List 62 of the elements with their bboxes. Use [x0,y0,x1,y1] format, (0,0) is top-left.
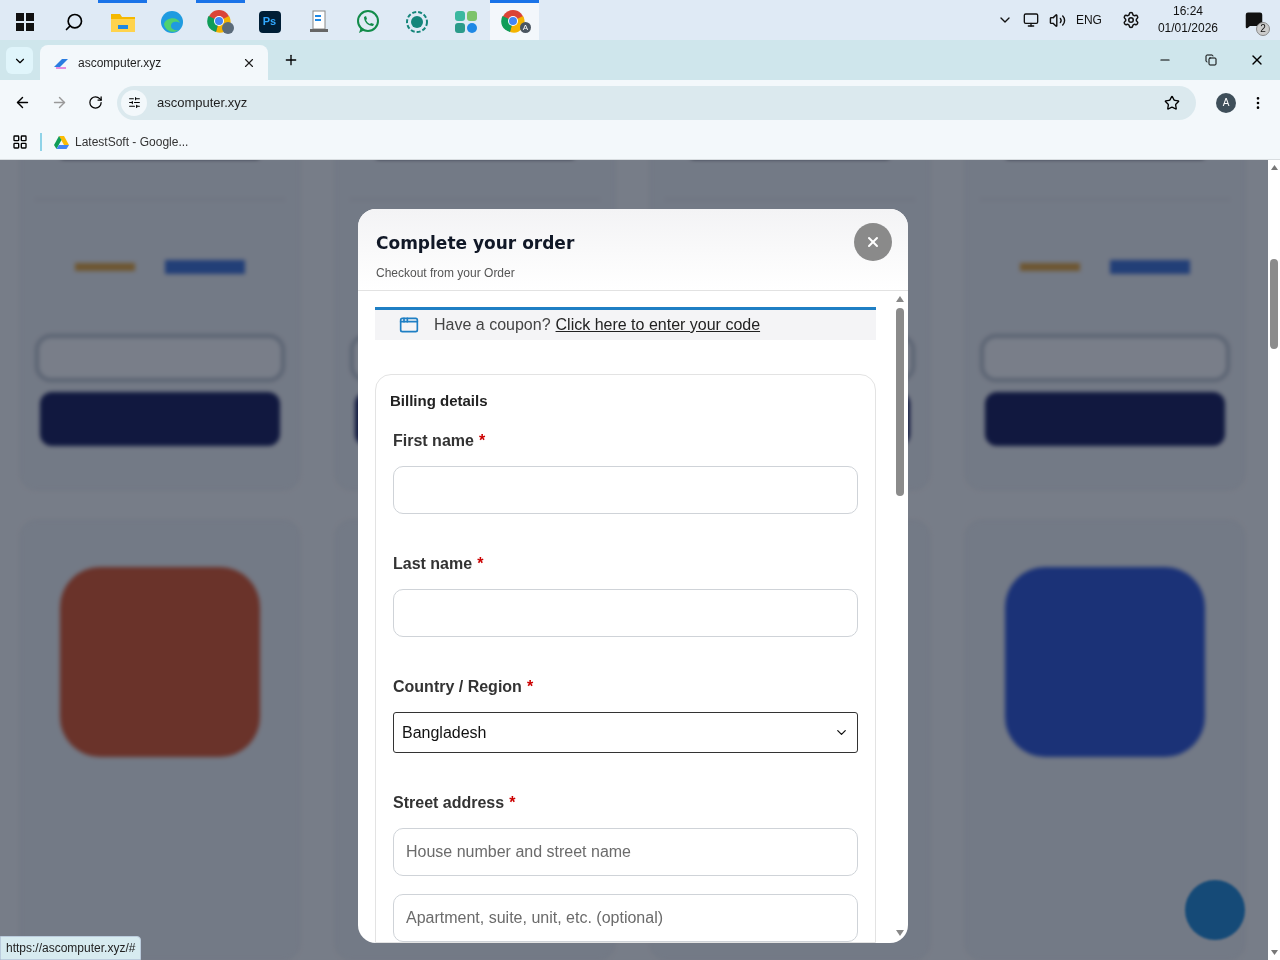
coupon-text: Have a coupon? [434,314,551,335]
bookmark-item[interactable]: LatestSoft - Google... [54,133,189,151]
taskbar-app-button[interactable]: A [490,0,539,40]
photo-editor-icon: Ps [258,10,281,33]
required-mark: * [478,431,486,451]
country-select[interactable]: Bangladesh [393,712,858,753]
profile-avatar[interactable]: A [1216,92,1236,113]
required-mark: * [509,793,516,813]
browser-tab[interactable]: ascomputer.xyz [40,45,268,80]
clock-date: 01/01/2026 [1157,20,1218,37]
scroll-down-icon[interactable] [895,929,905,937]
scroll-up-icon[interactable] [895,295,905,303]
close-icon [865,234,881,250]
status-url: https://ascomputer.xyz/# [0,936,142,960]
back-icon[interactable] [14,94,31,111]
drive-logo-icon [54,135,69,149]
required-mark: * [477,554,484,574]
reload-icon[interactable] [88,95,103,110]
volume-icon[interactable] [1048,11,1066,29]
scroll-down-icon[interactable] [1269,949,1279,956]
site-logo-icon [52,56,70,69]
taskbar-app-button[interactable]: Ps [245,0,294,40]
scrollbar-thumb[interactable] [896,308,904,496]
field-label: First name [393,431,474,451]
search-icon [63,11,84,32]
required-mark: * [526,677,534,697]
chat-phone-icon [355,9,380,34]
swirl-logo-icon [159,9,184,34]
bookmark-star-icon[interactable] [1164,94,1180,111]
billing-title: Billing details [390,390,489,411]
text-field[interactable]: Apartment, suite, unit, etc. (optional) [393,894,858,942]
document-icon [307,9,330,34]
coupon-link[interactable]: Click here to enter your code [555,312,761,337]
text-field[interactable] [393,589,858,637]
dialog-subtitle: Checkout from your Order [376,264,516,282]
address-bar[interactable]: ascomputer.xyz [117,85,1196,120]
browser-logo-icon [206,8,235,35]
field-label: Last name [393,554,473,574]
close-button[interactable] [854,223,892,261]
forward-icon[interactable] [51,94,68,111]
notification-count: 2 [1256,22,1270,36]
network-icon[interactable] [1022,12,1039,28]
text-field[interactable]: House number and street name [393,828,858,876]
profile-badge: A [520,22,531,33]
site-settings-icon[interactable] [121,89,147,116]
restore-icon [1205,54,1217,66]
apps-grid-icon[interactable] [12,134,28,150]
settings-icon[interactable] [1121,11,1140,29]
url-text: ascomputer.xyz [157,93,248,112]
field-label: Country / Region [393,677,522,697]
scroll-up-icon[interactable] [1269,164,1279,171]
tiles-logo-icon [453,9,478,34]
tab-title: ascomputer.xyz [78,54,162,72]
text-field[interactable] [393,466,858,514]
language-indicator[interactable]: ENG [1075,11,1102,29]
new-tab-icon[interactable] [283,52,299,68]
dialog-title: Complete your order [376,232,575,255]
scrollbar-thumb[interactable] [1270,259,1278,349]
field-label: Street address [393,793,505,813]
windows-logo-icon [15,12,34,31]
clock-time: 16:24 [1172,3,1203,20]
dashed-ring-icon [404,9,429,34]
